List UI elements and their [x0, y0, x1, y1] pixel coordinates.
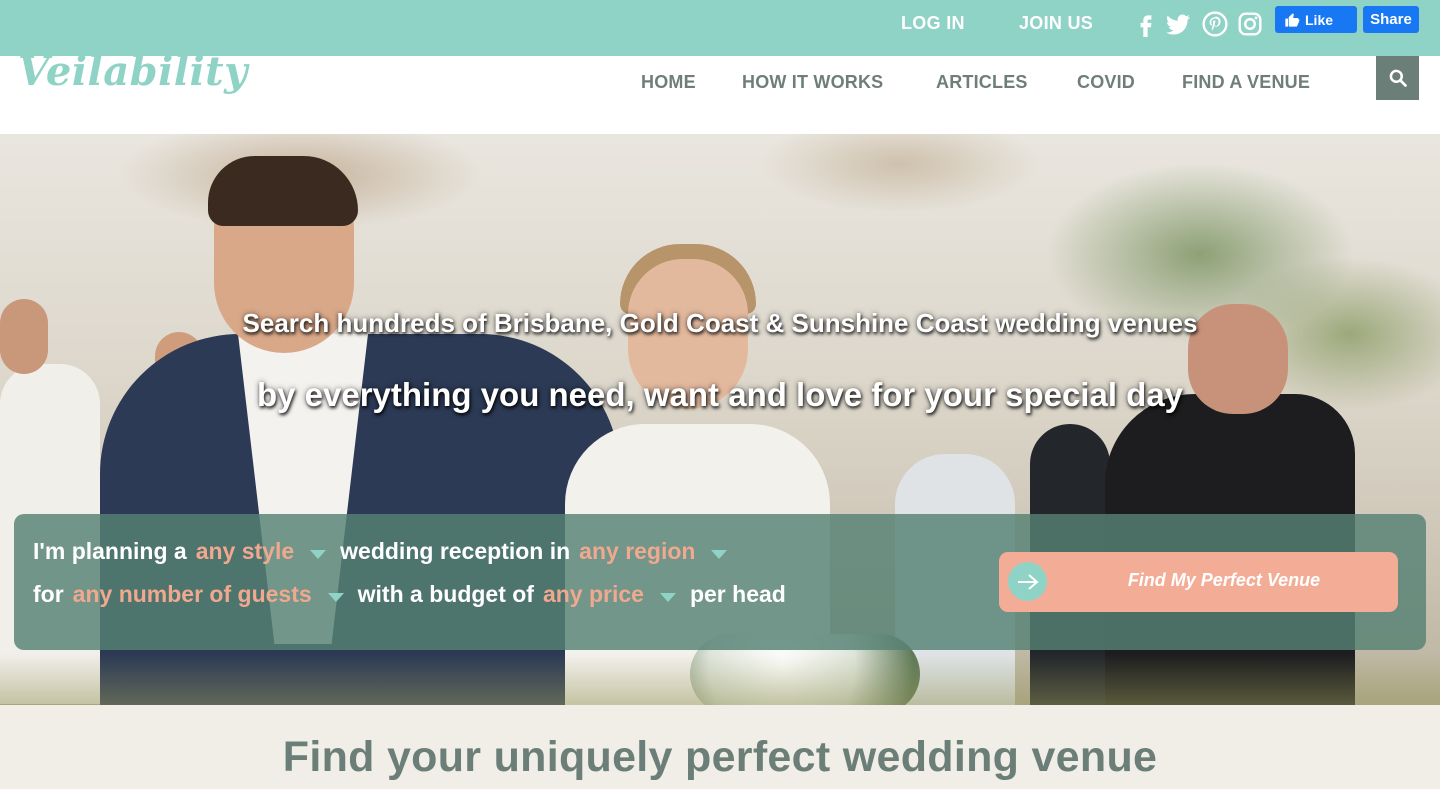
- region-dropdown[interactable]: any region: [579, 538, 741, 565]
- search-text: with a budget of: [357, 581, 534, 607]
- nav-how-it-works[interactable]: HOW IT WORKS: [742, 72, 883, 93]
- thumbs-up-icon: [1285, 12, 1300, 27]
- search-button[interactable]: [1376, 56, 1419, 100]
- facebook-like-button[interactable]: Like: [1275, 6, 1357, 33]
- twitter-icon[interactable]: [1165, 11, 1191, 37]
- join-us-link[interactable]: JOIN US: [1019, 13, 1093, 34]
- chevron-down-icon: [659, 593, 676, 602]
- intro-section: Find your uniquely perfect wedding venue: [0, 705, 1440, 789]
- search-text: wedding reception in: [340, 538, 571, 564]
- find-my-perfect-venue-button[interactable]: Find My Perfect Venue: [999, 552, 1398, 612]
- facebook-share-label: Share: [1370, 11, 1412, 28]
- hero-headline: Search hundreds of Brisbane, Gold Coast …: [242, 308, 1198, 338]
- site-logo[interactable]: Veilability: [18, 48, 248, 95]
- chevron-down-icon: [711, 550, 728, 559]
- search-text: per head: [689, 581, 786, 607]
- login-link[interactable]: LOG IN: [901, 13, 965, 34]
- nav-find-a-venue[interactable]: FIND A VENUE: [1182, 72, 1310, 93]
- search-text: I'm planning a: [33, 538, 187, 564]
- guests-dropdown[interactable]: any number of guests: [73, 581, 358, 608]
- site-header: Veilability HOME HOW IT WORKS ARTICLES C…: [0, 48, 1440, 134]
- price-dropdown-value: any price: [542, 581, 644, 607]
- facebook-like-label: Like: [1305, 11, 1334, 28]
- facebook-icon[interactable]: [1133, 11, 1159, 37]
- nav-articles[interactable]: ARTICLES: [936, 72, 1028, 93]
- section-title: Find your uniquely perfect wedding venue: [282, 733, 1158, 781]
- pinterest-icon[interactable]: [1202, 11, 1228, 37]
- instagram-icon[interactable]: [1237, 11, 1263, 37]
- search-text: for: [33, 581, 64, 607]
- find-my-perfect-venue-label: Find My Perfect Venue: [1127, 570, 1321, 590]
- guests-dropdown-value: any number of guests: [72, 581, 312, 607]
- search-sentence-row-1: I'm planning a any style wedding recepti…: [33, 538, 741, 565]
- hero-photo-ground: [0, 654, 1440, 705]
- chevron-down-icon: [327, 593, 344, 602]
- hero-photo-groom-hair: [208, 156, 358, 226]
- hero-subheadline: by everything you need, want and love fo…: [256, 376, 1184, 413]
- style-dropdown-value: any style: [195, 538, 295, 564]
- nav-home[interactable]: HOME: [641, 72, 696, 93]
- region-dropdown-value: any region: [579, 538, 696, 564]
- search-sentence-row-2: for any number of guests with a budget o…: [33, 581, 786, 608]
- chevron-down-icon: [310, 550, 327, 559]
- style-dropdown[interactable]: any style: [196, 538, 340, 565]
- hero-banner: Search hundreds of Brisbane, Gold Coast …: [0, 134, 1440, 705]
- price-dropdown[interactable]: any price: [543, 581, 690, 608]
- search-icon: [1389, 69, 1407, 87]
- nav-covid[interactable]: COVID: [1077, 72, 1135, 93]
- facebook-share-button[interactable]: Share: [1363, 6, 1419, 33]
